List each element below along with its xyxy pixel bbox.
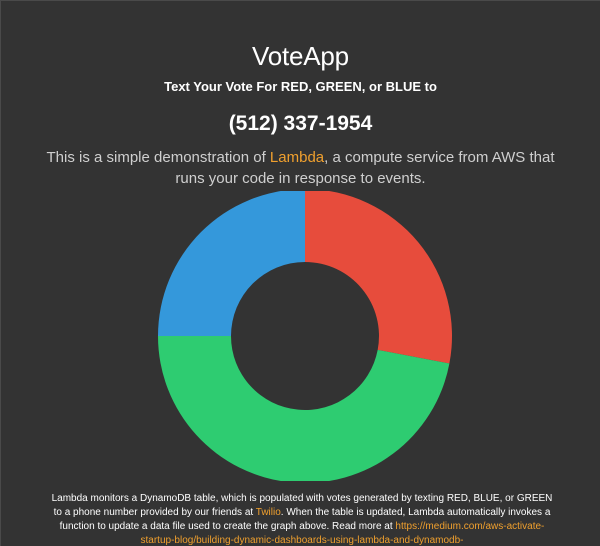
twilio-link[interactable]: Twilio — [256, 507, 281, 518]
header: VoteApp Text Your Vote For RED, GREEN, o… — [1, 1, 600, 189]
donut-slice-green — [158, 336, 450, 484]
footer: Lambda monitors a DynamoDB table, which … — [47, 492, 557, 546]
app-title: VoteApp — [252, 41, 349, 71]
donut-chart-svg — [158, 189, 453, 484]
vote-app-page: VoteApp Text Your Vote For RED, GREEN, o… — [0, 0, 600, 546]
donut-slice-blue — [158, 189, 305, 336]
lambda-link[interactable]: Lambda — [270, 149, 324, 166]
description-text-start: This is a simple demonstration of — [46, 149, 270, 166]
vote-instruction: Text Your Vote For RED, GREEN, or BLUE t… — [164, 79, 437, 94]
vote-chart — [155, 189, 455, 484]
phone-number: (512) 337-1954 — [228, 112, 373, 135]
donut-slice-red — [305, 189, 453, 364]
description: This is a simple demonstration of Lambda… — [41, 147, 561, 189]
